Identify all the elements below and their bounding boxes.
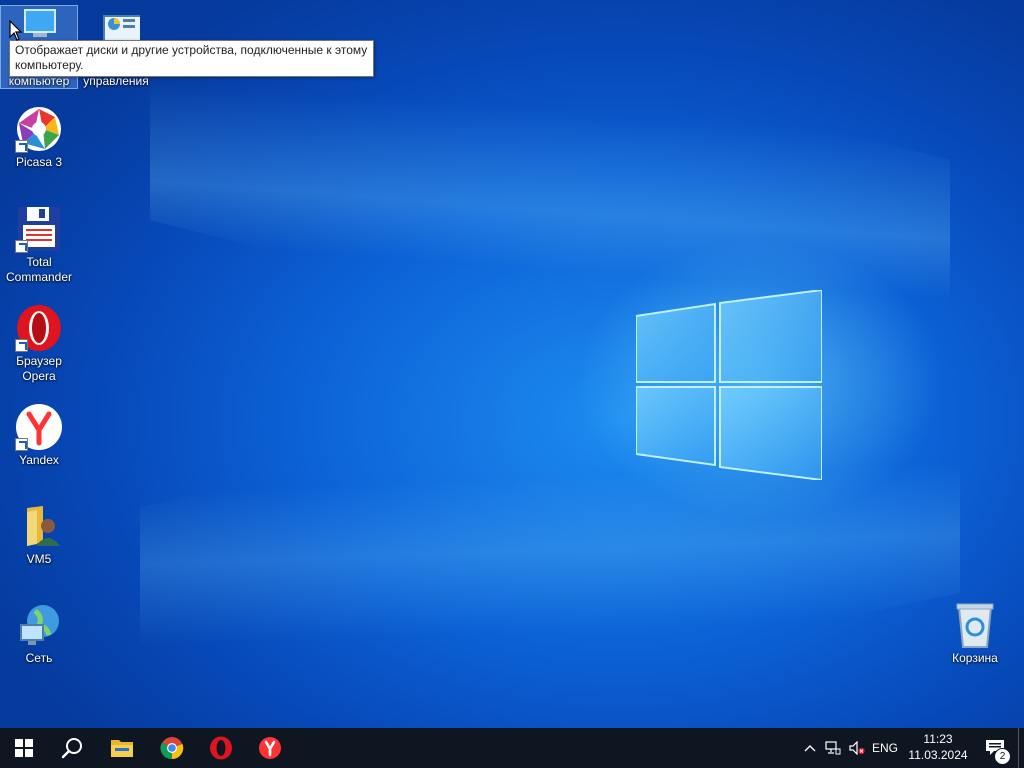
wallpaper-light-beam <box>140 332 960 728</box>
yandex-browser-icon <box>259 737 281 759</box>
desktop-icon-recycle-bin[interactable]: Корзина <box>937 601 1013 666</box>
tooltip: Отображает диски и другие устройства, по… <box>9 40 374 77</box>
recycle-bin-icon <box>951 601 999 649</box>
desktop-icon-vm5[interactable]: VM5 <box>1 502 77 567</box>
windows-logo-wallpaper <box>636 290 822 480</box>
desktop-icon-yandex[interactable]: Yandex <box>1 403 77 468</box>
user-folder-icon <box>15 502 63 550</box>
desktop-icon-label: Сеть <box>25 651 53 665</box>
volume-tray-button[interactable] <box>846 728 868 768</box>
desktop-icon-opera[interactable]: Браузер Opera <box>1 304 77 384</box>
input-language-indicator[interactable]: ENG <box>872 728 898 768</box>
total-commander-icon <box>15 205 63 253</box>
show-desktop-button[interactable] <box>1018 728 1024 768</box>
shortcut-arrow-icon <box>15 140 28 153</box>
taskbar-chrome[interactable] <box>148 728 196 768</box>
start-button[interactable] <box>0 728 48 768</box>
desktop-icon-network[interactable]: Сеть <box>1 601 77 666</box>
desktop-icon-label: Корзина <box>952 651 998 665</box>
network-globe-icon <box>15 601 63 649</box>
clock-time: 11:23 <box>923 732 953 746</box>
mouse-cursor-icon <box>9 20 23 41</box>
notification-count-badge: 2 <box>994 748 1011 765</box>
action-center-button[interactable]: 2 <box>978 728 1012 768</box>
desktop-icon-total-commander[interactable]: Total Commander <box>1 205 77 285</box>
shortcut-arrow-icon <box>15 339 28 352</box>
taskbar-yandex-browser[interactable] <box>246 728 294 768</box>
yandex-icon <box>15 403 63 451</box>
volume-muted-icon <box>849 741 865 755</box>
clock-date: 11.03.2024 <box>908 748 968 762</box>
desktop-icon-label: VM5 <box>26 552 52 566</box>
desktop-icon-label: Total Commander <box>5 255 73 284</box>
search-icon <box>61 738 82 759</box>
shortcut-arrow-icon <box>15 240 28 253</box>
opera-icon <box>210 736 232 760</box>
taskbar-opera[interactable] <box>197 728 245 768</box>
wired-network-icon <box>825 741 841 755</box>
windows-start-icon <box>15 739 33 757</box>
chevron-up-icon <box>804 745 816 752</box>
chrome-icon <box>160 737 184 760</box>
taskbar-file-explorer[interactable] <box>98 728 146 768</box>
picasa-icon <box>15 105 63 153</box>
network-tray-button[interactable] <box>822 728 844 768</box>
file-explorer-icon <box>111 740 133 757</box>
search-button[interactable] <box>48 728 96 768</box>
desktop-icon-picasa[interactable]: Picasa 3 <box>1 105 77 170</box>
show-hidden-icons-button[interactable] <box>800 728 820 768</box>
desktop-icon-label: Picasa 3 <box>15 155 63 169</box>
taskbar: ENG 11:23 11.03.2024 2 <box>0 728 1024 768</box>
desktop-icon-label: Yandex <box>19 453 59 467</box>
desktop[interactable]: компьютер управления Picasa 3 Total Comm… <box>0 0 1024 728</box>
clock[interactable]: 11:23 11.03.2024 <box>902 731 974 763</box>
shortcut-arrow-icon <box>15 438 28 451</box>
opera-icon <box>15 304 63 352</box>
desktop-icon-label: Браузер Opera <box>16 354 62 383</box>
